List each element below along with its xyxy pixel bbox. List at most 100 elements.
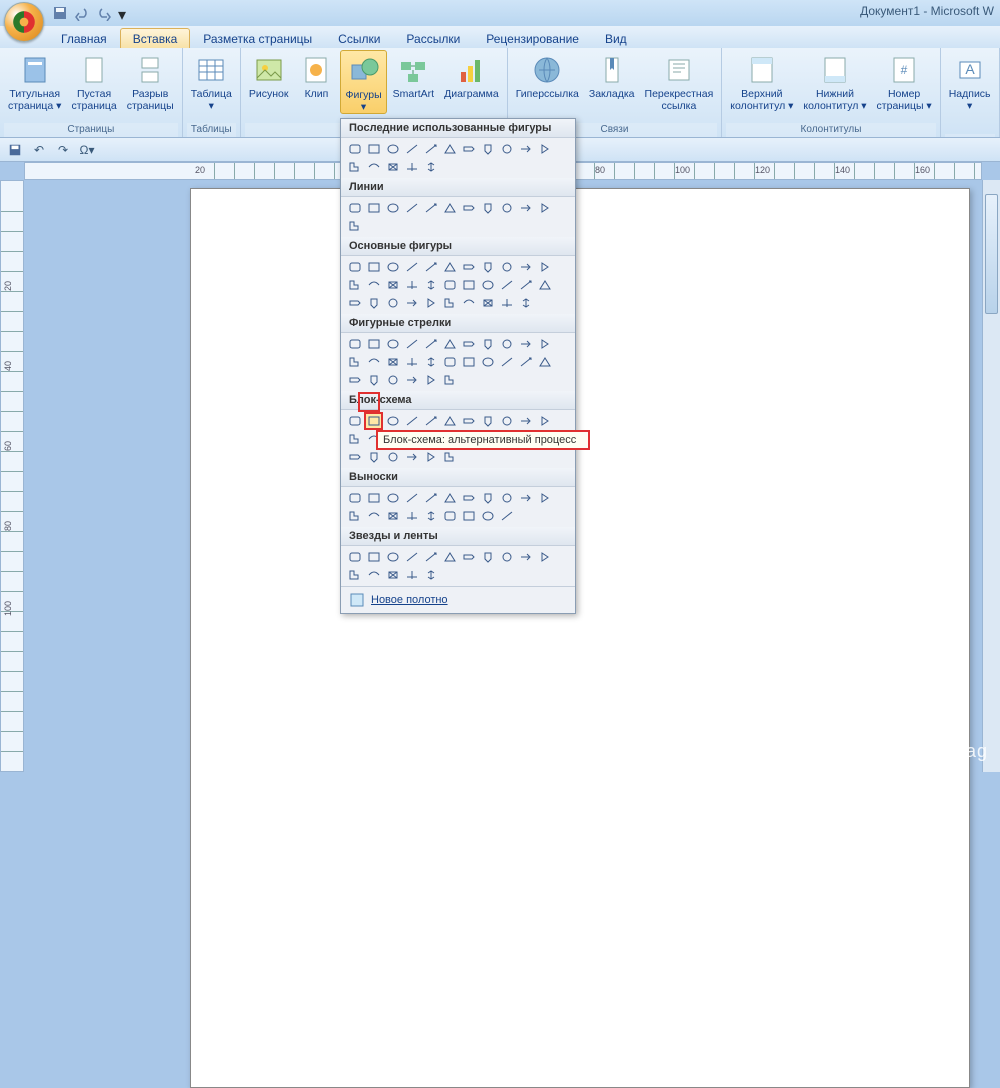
shape-item[interactable]: [535, 140, 554, 158]
shape-item[interactable]: [478, 199, 497, 217]
shape-item[interactable]: [402, 412, 421, 430]
shape-item[interactable]: [440, 276, 459, 294]
shape-item[interactable]: [497, 548, 516, 566]
shape-item[interactable]: [478, 294, 497, 312]
shape-item[interactable]: [364, 294, 383, 312]
shape-item[interactable]: [383, 489, 402, 507]
shape-item[interactable]: [364, 258, 383, 276]
shape-item[interactable]: [535, 489, 554, 507]
shape-item[interactable]: [516, 276, 535, 294]
shape-item[interactable]: [459, 258, 478, 276]
undo-icon[interactable]: [74, 5, 90, 21]
shape-item[interactable]: [440, 353, 459, 371]
shape-item[interactable]: [383, 276, 402, 294]
pagenum-button[interactable]: #Номер страницы ▾: [873, 50, 936, 112]
shape-item[interactable]: [421, 489, 440, 507]
qat-dropdown-icon[interactable]: ▾: [118, 5, 134, 21]
shape-item[interactable]: [345, 258, 364, 276]
shape-item[interactable]: [364, 548, 383, 566]
shape-item[interactable]: [421, 448, 440, 466]
shape-item[interactable]: [497, 507, 516, 525]
shape-item[interactable]: [421, 548, 440, 566]
bookmark-button[interactable]: Закладка: [585, 50, 639, 100]
shape-item[interactable]: [364, 199, 383, 217]
shape-item[interactable]: [345, 507, 364, 525]
shape-item[interactable]: [478, 140, 497, 158]
shape-item[interactable]: [440, 507, 459, 525]
shape-item[interactable]: [516, 335, 535, 353]
shape-item[interactable]: [345, 489, 364, 507]
shape-item[interactable]: [383, 371, 402, 389]
shape-item[interactable]: [459, 353, 478, 371]
shape-item[interactable]: [421, 353, 440, 371]
shape-item[interactable]: [383, 158, 402, 176]
scrollbar-thumb[interactable]: [985, 194, 998, 314]
shape-item[interactable]: [364, 353, 383, 371]
shape-item[interactable]: [421, 566, 440, 584]
shape-item[interactable]: [497, 335, 516, 353]
document-page[interactable]: [190, 188, 970, 1088]
shape-item[interactable]: [497, 489, 516, 507]
shape-item[interactable]: [478, 489, 497, 507]
shape-item[interactable]: [516, 353, 535, 371]
shape-item[interactable]: [402, 548, 421, 566]
shape-item[interactable]: [421, 371, 440, 389]
shape-item[interactable]: [345, 294, 364, 312]
tab-review[interactable]: Рецензирование: [473, 28, 592, 48]
shape-item[interactable]: [345, 448, 364, 466]
new-canvas-item[interactable]: Новое полотно: [341, 586, 575, 613]
shape-item[interactable]: [383, 199, 402, 217]
clip-button[interactable]: Клип: [294, 50, 338, 100]
smartart-button[interactable]: SmartArt: [389, 50, 438, 100]
shape-item[interactable]: [383, 258, 402, 276]
shape-item[interactable]: [440, 199, 459, 217]
shapes-button[interactable]: Фигуры ▾: [340, 50, 386, 114]
shape-item[interactable]: [421, 258, 440, 276]
shape-item[interactable]: [345, 140, 364, 158]
shape-item[interactable]: [345, 199, 364, 217]
shape-item[interactable]: [345, 371, 364, 389]
shape-item[interactable]: [421, 507, 440, 525]
shape-item[interactable]: [478, 258, 497, 276]
shape-item[interactable]: [459, 412, 478, 430]
shape-item[interactable]: [383, 294, 402, 312]
redo-icon[interactable]: [96, 5, 112, 21]
shape-item[interactable]: [440, 489, 459, 507]
shape-item[interactable]: [440, 371, 459, 389]
shape-item[interactable]: [440, 294, 459, 312]
blank-page-button[interactable]: Пустая страница: [67, 50, 120, 112]
save-icon[interactable]: [6, 141, 24, 159]
shape-item[interactable]: [459, 507, 478, 525]
shape-item[interactable]: [421, 412, 440, 430]
tab-mailings[interactable]: Рассылки: [393, 28, 473, 48]
shape-item[interactable]: [421, 276, 440, 294]
shape-item[interactable]: [535, 276, 554, 294]
shape-item[interactable]: [459, 548, 478, 566]
redo-icon[interactable]: ↷: [54, 141, 72, 159]
shape-item[interactable]: [459, 294, 478, 312]
shape-item[interactable]: [535, 548, 554, 566]
tab-references[interactable]: Ссылки: [325, 28, 393, 48]
table-button[interactable]: Таблица ▾: [187, 50, 236, 112]
cover-page-button[interactable]: Титульная страница ▾: [4, 50, 65, 112]
shape-item[interactable]: [478, 412, 497, 430]
shape-item[interactable]: [478, 353, 497, 371]
shape-item[interactable]: [459, 489, 478, 507]
shape-item[interactable]: [516, 489, 535, 507]
shape-item[interactable]: [459, 140, 478, 158]
shape-item[interactable]: [516, 294, 535, 312]
shape-item[interactable]: [478, 507, 497, 525]
shape-item[interactable]: [516, 140, 535, 158]
shape-item[interactable]: [459, 276, 478, 294]
shape-item[interactable]: [440, 448, 459, 466]
shape-item[interactable]: [402, 158, 421, 176]
shape-item[interactable]: [364, 448, 383, 466]
shape-item[interactable]: [402, 489, 421, 507]
shape-item[interactable]: [497, 258, 516, 276]
shape-item[interactable]: [383, 353, 402, 371]
shape-item[interactable]: [440, 258, 459, 276]
omega-icon[interactable]: Ω▾: [78, 141, 96, 159]
shape-item[interactable]: [535, 199, 554, 217]
shape-item[interactable]: [345, 353, 364, 371]
shape-item[interactable]: [497, 199, 516, 217]
